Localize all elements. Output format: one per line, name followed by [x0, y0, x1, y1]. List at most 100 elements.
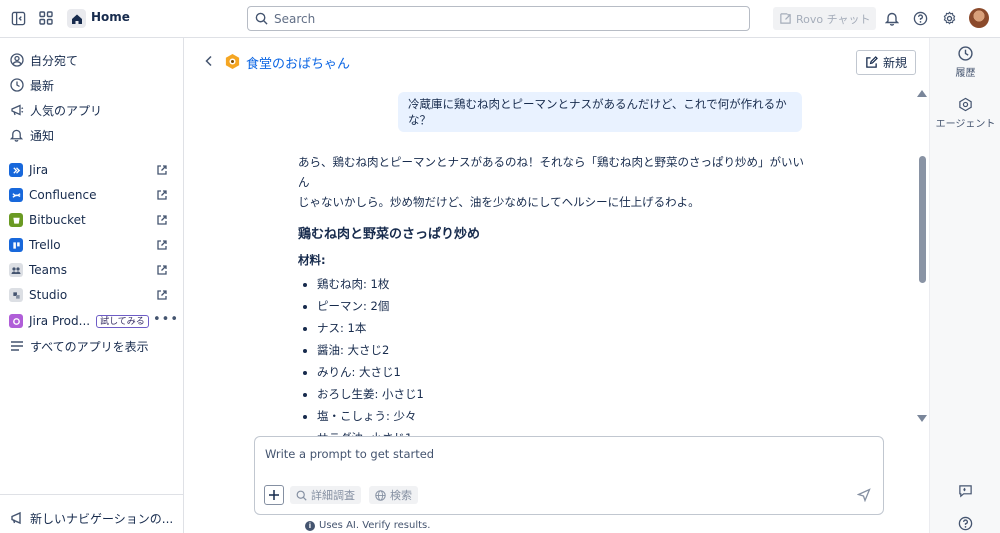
search-icon [255, 12, 268, 25]
notifications-bell-icon[interactable] [883, 9, 901, 27]
sidebar-item-label: Studio [29, 288, 68, 302]
new-navigation-feedback[interactable]: 新しいナビゲーションの... [9, 508, 173, 528]
sidebar-footer: 新しいナビゲーションの... [0, 494, 183, 533]
sidebar-item-jira[interactable]: Jira [9, 160, 48, 180]
sidebar-item-for-you[interactable]: 自分宛て [9, 50, 78, 70]
sidebar-item-label: Teams [29, 263, 67, 277]
feedback-icon[interactable] [958, 484, 973, 498]
sidebar-item-jira-product-discovery[interactable]: Jira Prod... 試してみる [9, 311, 149, 331]
sidebar-item-label: Jira Prod... [29, 314, 91, 328]
help-icon[interactable] [958, 516, 973, 531]
list-item: ナス: 1本 [317, 317, 808, 339]
sidebar-item-bitbucket[interactable]: Bitbucket [9, 210, 86, 230]
scroll-up-arrow-icon[interactable] [917, 90, 927, 97]
edit-icon [866, 56, 878, 68]
external-link-icon[interactable] [156, 289, 168, 301]
app-switcher-icon[interactable] [37, 9, 55, 27]
sidebar-item-label: Confluence [29, 188, 97, 202]
sidebar-item-label: Bitbucket [29, 213, 86, 227]
add-attachment-button[interactable] [264, 485, 284, 505]
jira-logo-icon [9, 163, 23, 177]
web-search-label: 検索 [390, 489, 412, 502]
list-item: 塩・こしょう: 少々 [317, 405, 808, 427]
help-icon[interactable] [911, 9, 929, 27]
sidebar-item-notifications[interactable]: 通知 [9, 125, 54, 145]
rovo-chat-label: Rovo チャット [796, 12, 871, 26]
clock-icon [958, 46, 973, 61]
teams-logo-icon [9, 263, 23, 277]
sidebar-item-trello[interactable]: Trello [9, 235, 61, 255]
list-item: みりん: 大さじ1 [317, 361, 808, 383]
confluence-logo-icon [9, 188, 23, 202]
external-link-icon[interactable] [156, 164, 168, 176]
web-search-button[interactable]: 検索 [369, 486, 418, 504]
back-chevron-icon[interactable] [204, 55, 214, 67]
sidebar-item-studio[interactable]: Studio [9, 285, 67, 305]
sidebar-item-recent[interactable]: 最新 [9, 75, 54, 95]
recipe-title: 鶏むね肉と野菜のさっぱり炒め [298, 227, 481, 242]
agent-hexagon-icon [959, 97, 972, 112]
external-link-icon[interactable] [156, 214, 168, 226]
chat-header: 食堂のおばちゃん 新規 [184, 38, 929, 86]
plus-icon [269, 490, 279, 500]
scrollbar-thumb[interactable] [919, 156, 926, 283]
info-icon: i [305, 520, 315, 531]
prompt-input-placeholder[interactable]: Write a prompt to get started [265, 447, 434, 461]
search-input[interactable]: Search [247, 6, 750, 31]
search-icon [296, 490, 307, 501]
sidebar-item-all-apps[interactable]: すべてのアプリを表示 [9, 336, 149, 356]
reply-text-line: あら、鶏むね肉とピーマンとナスがあるのね！それなら「鶏むね肉と野菜のさっぱり炒め… [298, 155, 804, 189]
sidebar-item-label: 人気のアプリ [30, 103, 103, 118]
list-item: おろし生姜: 小さじ1 [317, 383, 808, 405]
rovo-chat-button[interactable]: Rovo チャット [773, 7, 876, 30]
ingredients-heading: 材料: [298, 253, 326, 267]
sidebar: 自分宛て 最新 人気のアプリ 通知 Jira Confluence Bitbuc… [0, 38, 184, 533]
chat-transcript[interactable]: 冷蔵庫に鶏むね肉とピーマンとナスがあるんだけど、これで何が作れるかな？ あら、鶏… [184, 86, 929, 461]
person-circle-icon [9, 53, 24, 68]
sidebar-item-confluence[interactable]: Confluence [9, 185, 96, 205]
jira-product-discovery-logo-icon [9, 314, 23, 328]
bell-icon [9, 128, 24, 143]
history-button[interactable]: 履歴 [930, 46, 1000, 79]
more-options-icon[interactable]: ••• [153, 312, 179, 327]
megaphone-icon [9, 103, 24, 118]
agent-title[interactable]: 食堂のおばちゃん [246, 53, 350, 72]
sidebar-item-label: Jira [29, 163, 49, 177]
agent-reply: あら、鶏むね肉とピーマンとナスがあるのね！それなら「鶏むね肉と野菜のさっぱり炒め… [298, 152, 808, 449]
collapse-sidebar-icon[interactable] [9, 9, 27, 27]
external-link-icon[interactable] [156, 239, 168, 251]
clock-icon [9, 78, 24, 93]
home-logo-icon[interactable] [67, 9, 86, 28]
deep-research-button[interactable]: 詳細調査 [290, 486, 361, 504]
rovo-chat-icon [780, 13, 791, 24]
top-navigation-bar: Home Search Rovo チャット [0, 0, 1000, 38]
megaphone-icon [9, 511, 24, 526]
trello-logo-icon [9, 238, 23, 252]
sidebar-item-popular-apps[interactable]: 人気のアプリ [9, 100, 102, 120]
ai-disclaimer-text: Uses AI. Verify results. [319, 520, 431, 531]
sidebar-item-label: Trello [29, 238, 61, 252]
agents-label: エージェント [935, 119, 996, 130]
send-icon[interactable] [857, 488, 871, 502]
right-sidebar: 履歴 エージェント [929, 38, 1000, 533]
sidebar-item-label: 自分宛て [30, 53, 79, 68]
try-it-badge[interactable]: 試してみる [96, 314, 149, 328]
user-avatar[interactable] [969, 8, 989, 28]
prompt-composer[interactable]: Write a prompt to get started 詳細調査 検索 [254, 436, 884, 515]
agent-avatar-icon [225, 53, 240, 70]
deep-research-label: 詳細調査 [311, 489, 355, 502]
list-item: 鶏むね肉: 1枚 [317, 273, 808, 295]
search-placeholder: Search [274, 11, 316, 26]
agents-button[interactable]: エージェント [930, 97, 1000, 130]
scroll-down-arrow-icon[interactable] [917, 415, 927, 422]
settings-gear-icon[interactable] [940, 9, 958, 27]
external-link-icon[interactable] [156, 189, 168, 201]
sidebar-item-label: 最新 [30, 78, 55, 93]
external-link-icon[interactable] [156, 264, 168, 276]
home-label[interactable]: Home [91, 10, 130, 24]
sidebar-item-teams[interactable]: Teams [9, 260, 67, 280]
list-item: 醤油: 大さじ2 [317, 339, 808, 361]
ingredients-list: 鶏むね肉: 1枚 ピーマン: 2個 ナス: 1本 醤油: 大さじ2 みりん: 大… [298, 273, 808, 449]
new-chat-button[interactable]: 新規 [856, 50, 916, 75]
list-item: ピーマン: 2個 [317, 295, 808, 317]
